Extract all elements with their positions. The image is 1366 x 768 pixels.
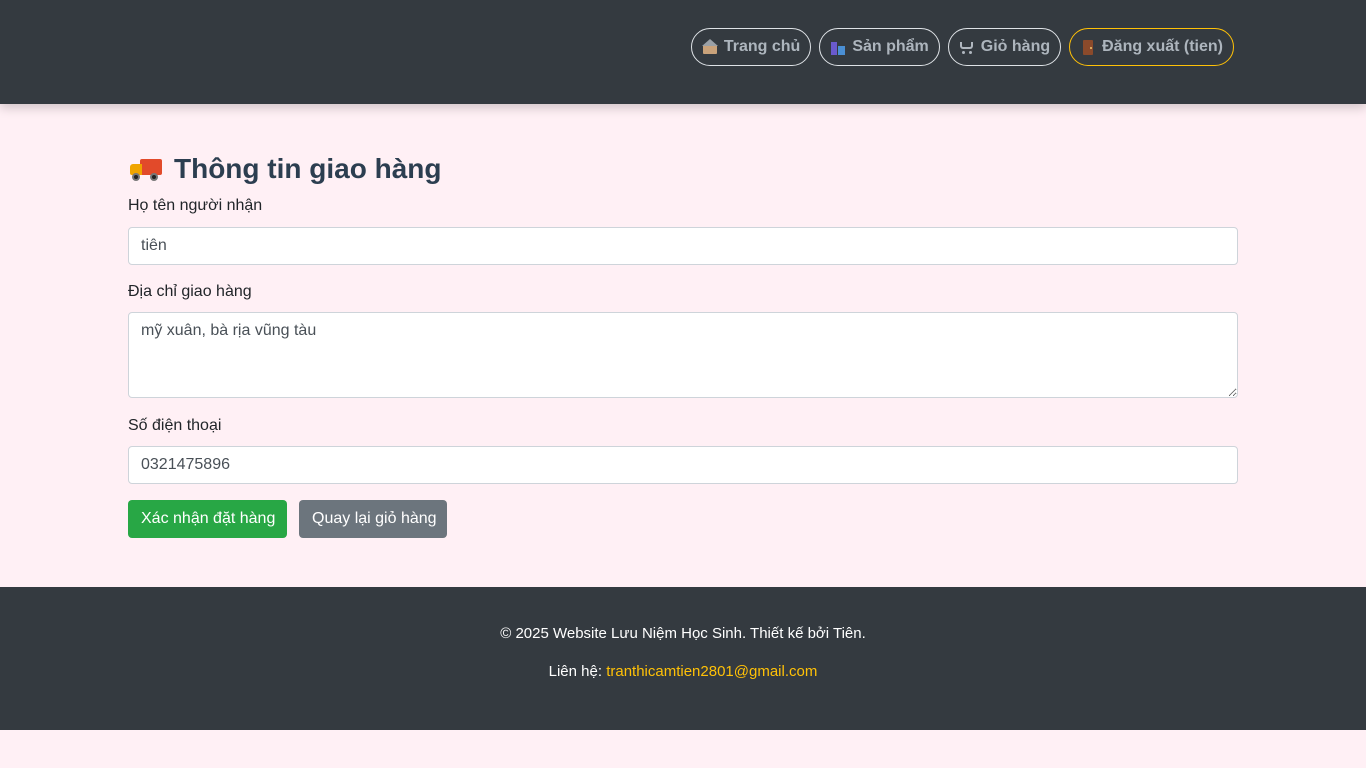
- phone-input[interactable]: [128, 446, 1238, 484]
- door-icon: [1080, 39, 1096, 55]
- house-icon: [701, 39, 718, 55]
- name-label: Họ tên người nhận: [128, 197, 263, 214]
- nav-links: Trang chủ Sản phẩm Giỏ hàng Đăng xuất (t…: [690, 28, 1234, 66]
- address-textarea[interactable]: mỹ xuân, bà rịa vũng tàu: [128, 312, 1238, 398]
- truck-icon: [128, 155, 164, 183]
- products-icon: [830, 39, 846, 55]
- footer-contact-label: Liên hệ:: [548, 663, 603, 680]
- address-label: Địa chỉ giao hàng: [128, 283, 252, 300]
- nav-home-label: Trang chủ: [723, 38, 801, 55]
- nav-products-label: Sản phẩm: [852, 38, 929, 55]
- footer: © 2025 Website Lưu Niệm Học Sinh. Thiết …: [0, 587, 1366, 730]
- cart-icon: [959, 39, 975, 55]
- page-title: Thông tin giao hàng: [128, 152, 442, 186]
- footer-email-link[interactable]: tranthicamtien2801@gmail.com: [606, 663, 817, 680]
- nav-logout-label: Đăng xuất (tien): [1102, 38, 1223, 55]
- recipient-name-input[interactable]: [128, 227, 1238, 265]
- nav-cart-label: Giỏ hàng: [980, 38, 1051, 55]
- footer-contact: Liên hệ: tranthicamtien2801@gmail.com: [0, 663, 1366, 680]
- page-title-text: Thông tin giao hàng: [174, 153, 442, 184]
- nav-cart-link[interactable]: Giỏ hàng: [947, 28, 1062, 66]
- navbar: Trang chủ Sản phẩm Giỏ hàng Đăng xuất (t…: [0, 0, 1366, 104]
- footer-copyright: © 2025 Website Lưu Niệm Học Sinh. Thiết …: [500, 625, 866, 642]
- phone-label: Số điện thoại: [128, 417, 222, 434]
- back-to-cart-button[interactable]: Quay lại giỏ hàng: [299, 500, 447, 538]
- nav-home-link[interactable]: Trang chủ: [690, 28, 812, 66]
- nav-logout-link[interactable]: Đăng xuất (tien): [1069, 28, 1234, 66]
- nav-products-link[interactable]: Sản phẩm: [819, 28, 940, 66]
- confirm-order-button[interactable]: Xác nhận đặt hàng: [128, 500, 287, 538]
